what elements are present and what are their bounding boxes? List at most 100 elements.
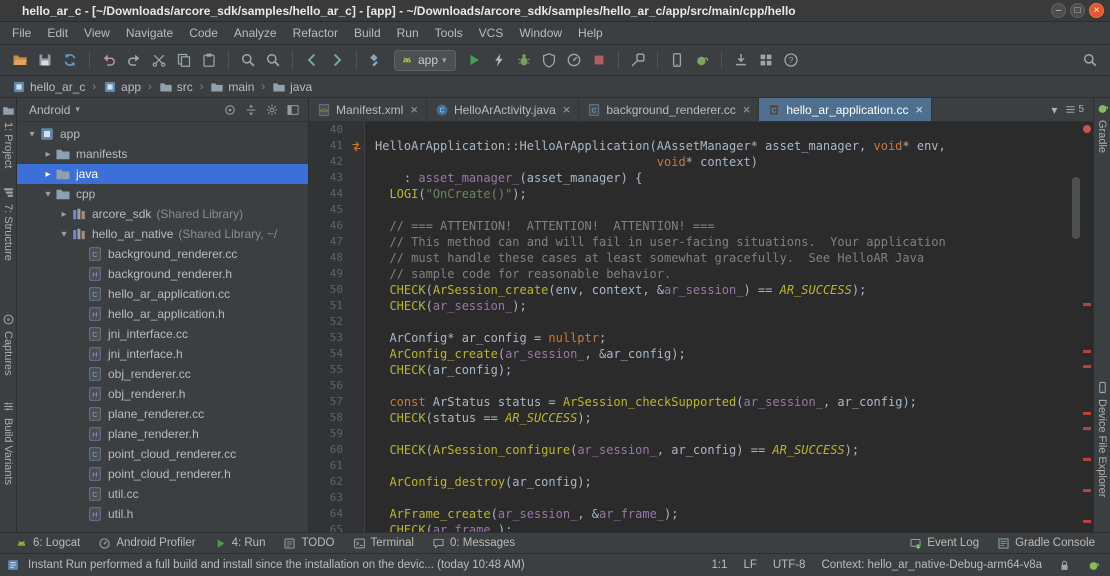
- undo-button[interactable]: [97, 48, 121, 72]
- editor-scrollbar[interactable]: [1071, 122, 1081, 532]
- code-text[interactable]: ArConfig_create(ar_session_, &ar_config)…: [365, 346, 686, 362]
- tree-item-hello-ar-native[interactable]: ▾hello_ar_native(Shared Library, ~/: [17, 224, 308, 244]
- tool-window-button-logcat[interactable]: 6: Logcat: [6, 533, 89, 553]
- synchronize-button[interactable]: [58, 48, 82, 72]
- tree-item-plane-renderer-h[interactable]: Hplane_renderer.h: [17, 424, 308, 444]
- lock-icon[interactable]: [1058, 559, 1071, 572]
- tree-item-app[interactable]: ▾app: [17, 124, 308, 144]
- tool-button-project[interactable]: 1: Project: [2, 104, 15, 168]
- line-number[interactable]: 40: [309, 122, 349, 138]
- line-number[interactable]: 59: [309, 426, 349, 442]
- code-text[interactable]: [365, 314, 375, 330]
- tree-item-hello-ar-application-h[interactable]: Hhello_ar_application.h: [17, 304, 308, 324]
- breadcrumb-main[interactable]: main: [208, 80, 256, 94]
- tree-item-arcore-sdk[interactable]: ▸arcore_sdk(Shared Library): [17, 204, 308, 224]
- code-text[interactable]: ArConfig_destroy(ar_config);: [365, 474, 592, 490]
- sync-project-with-gradle-button[interactable]: [690, 48, 714, 72]
- code-text[interactable]: ArFrame_create(ar_session_, &ar_frame_);: [365, 506, 679, 522]
- editor-body[interactable]: 4041HelloArApplication::HelloArApplicati…: [309, 122, 1093, 532]
- tool-button-device-file-explorer[interactable]: Device File Explorer: [1096, 381, 1109, 497]
- code-text[interactable]: const ArStatus status = ArSession_checkS…: [365, 394, 917, 410]
- search-everywhere-button[interactable]: [1078, 48, 1102, 72]
- help-button[interactable]: ?: [779, 48, 803, 72]
- run-config-dropdown[interactable]: app▾: [394, 50, 456, 71]
- menu-edit[interactable]: Edit: [39, 23, 76, 43]
- tree-item-hello-ar-application-cc[interactable]: Chello_ar_application.cc: [17, 284, 308, 304]
- menu-view[interactable]: View: [76, 23, 118, 43]
- line-number[interactable]: 52: [309, 314, 349, 330]
- tool-button-build-variants[interactable]: Build Variants: [2, 400, 15, 485]
- tree-toggle-icon[interactable]: ▸: [41, 169, 55, 180]
- close-button[interactable]: ×: [1089, 3, 1104, 18]
- project-view-selector[interactable]: Android ▾: [29, 103, 80, 117]
- tree-item-point-cloud-renderer-h[interactable]: Hpoint_cloud_renderer.h: [17, 464, 308, 484]
- menu-code[interactable]: Code: [181, 23, 226, 43]
- error-stripe-mark[interactable]: [1083, 458, 1091, 461]
- code-text[interactable]: : asset_manager_(asset_manager) {: [365, 170, 642, 186]
- menu-tools[interactable]: Tools: [427, 23, 471, 43]
- tree-toggle-icon[interactable]: ▸: [41, 149, 55, 160]
- instant-run-notification-icon[interactable]: [6, 558, 20, 572]
- breadcrumb-src[interactable]: src: [157, 80, 195, 94]
- line-number[interactable]: 56: [309, 378, 349, 394]
- gradle-status-icon[interactable]: [1087, 559, 1100, 572]
- tree-item-util-cc[interactable]: Cutil.cc: [17, 484, 308, 504]
- code-text[interactable]: [365, 458, 375, 474]
- status-line-separator[interactable]: LF: [743, 559, 756, 571]
- find-button[interactable]: [236, 48, 260, 72]
- line-number[interactable]: 49: [309, 266, 349, 282]
- menu-navigate[interactable]: Navigate: [118, 23, 181, 43]
- line-number[interactable]: 46: [309, 218, 349, 234]
- code-text[interactable]: CHECK(ArSession_create(env, context, &ar…: [365, 282, 866, 298]
- paste-button[interactable]: [197, 48, 221, 72]
- menu-file[interactable]: File: [4, 23, 39, 43]
- avd-manager-button[interactable]: [665, 48, 689, 72]
- menu-build[interactable]: Build: [346, 23, 389, 43]
- settings-icon[interactable]: [265, 103, 279, 117]
- forward-button[interactable]: [325, 48, 349, 72]
- tool-window-button-gradle-console[interactable]: Gradle Console: [988, 533, 1104, 553]
- code-text[interactable]: CHECK(status == AR_SUCCESS);: [365, 410, 592, 426]
- save-all-button[interactable]: [33, 48, 57, 72]
- code-text[interactable]: void* context): [365, 154, 758, 170]
- tool-button-gradle[interactable]: Gradle: [1096, 102, 1109, 153]
- code-text[interactable]: // This method can and will fail in user…: [365, 234, 946, 250]
- cut-button[interactable]: [147, 48, 171, 72]
- close-icon[interactable]: ×: [743, 103, 751, 116]
- tree-item-manifests[interactable]: ▸manifests: [17, 144, 308, 164]
- tab-hello-ar-application-cc[interactable]: Chello_ar_application.cc×: [759, 98, 932, 121]
- code-text[interactable]: [365, 378, 375, 394]
- attach-debugger-button[interactable]: [626, 48, 650, 72]
- tool-window-button-run[interactable]: 4: Run: [205, 533, 275, 553]
- error-stripe-mark[interactable]: [1083, 489, 1091, 492]
- line-number[interactable]: 58: [309, 410, 349, 426]
- tool-button-captures[interactable]: Captures: [2, 313, 15, 376]
- project-structure-button[interactable]: [754, 48, 778, 72]
- line-number[interactable]: 55: [309, 362, 349, 378]
- line-number[interactable]: 64: [309, 506, 349, 522]
- replace-button[interactable]: [261, 48, 285, 72]
- line-number[interactable]: 54: [309, 346, 349, 362]
- line-number[interactable]: 43: [309, 170, 349, 186]
- tree-toggle-icon[interactable]: ▾: [25, 129, 39, 140]
- tool-window-button-todo[interactable]: TODO: [274, 533, 343, 553]
- error-stripe-mark[interactable]: [1083, 350, 1091, 353]
- line-number[interactable]: 51: [309, 298, 349, 314]
- code-text[interactable]: CHECK(ar_config);: [365, 362, 512, 378]
- hide-panel-icon[interactable]: [286, 103, 300, 117]
- menu-vcs[interactable]: VCS: [471, 23, 512, 43]
- line-number[interactable]: 61: [309, 458, 349, 474]
- line-number[interactable]: 44: [309, 186, 349, 202]
- breadcrumb-java[interactable]: java: [270, 80, 314, 94]
- close-icon[interactable]: ×: [915, 103, 923, 116]
- collapse-all-icon[interactable]: [244, 103, 258, 117]
- minimize-button[interactable]: –: [1051, 3, 1066, 18]
- tree-item-plane-renderer-cc[interactable]: Cplane_renderer.cc: [17, 404, 308, 424]
- error-stripe-mark[interactable]: [1083, 427, 1091, 430]
- line-number[interactable]: 45: [309, 202, 349, 218]
- code-text[interactable]: [365, 122, 375, 138]
- line-number[interactable]: 57: [309, 394, 349, 410]
- close-icon[interactable]: ×: [563, 103, 571, 116]
- line-number[interactable]: 42: [309, 154, 349, 170]
- maximize-button[interactable]: □: [1070, 3, 1085, 18]
